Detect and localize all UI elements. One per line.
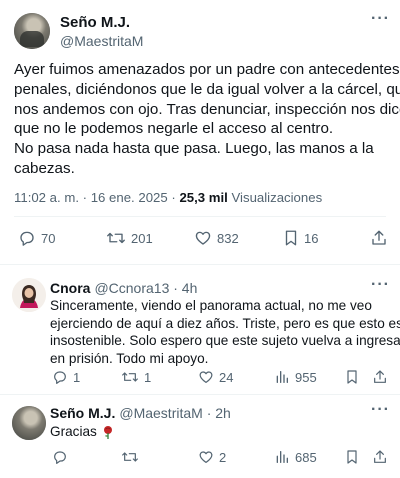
bookmark-icon	[347, 370, 357, 384]
more-options-icon[interactable]: ···	[371, 276, 390, 294]
views-count: 25,3 mil	[179, 190, 228, 205]
reply-text-line: insostenible. Solo espero que este sujet…	[50, 333, 400, 349]
reply-avatar[interactable]	[12, 406, 46, 440]
retweet-icon	[122, 372, 138, 382]
reply-text-line: en prisión. Todo mi apoyo.	[50, 350, 209, 366]
like-count: 2	[219, 449, 227, 465]
retweet-button[interactable]: 201	[106, 229, 153, 247]
tweet-text-line: penales, diciéndonos que le da igual vol…	[14, 80, 400, 98]
reply-text-line: ejerciendo de aquí a diez años. Triste, …	[50, 315, 400, 331]
reply-author[interactable]: Cnora @Ccnora13 · 4h	[50, 280, 197, 296]
reply-count: 1	[73, 369, 81, 385]
bookmark-icon	[347, 450, 357, 464]
author-handle[interactable]: @MaestritaM	[60, 33, 143, 49]
views-button[interactable]: 685	[274, 449, 317, 465]
retweet-count: 1	[144, 369, 152, 385]
bookmark-button[interactable]	[345, 449, 359, 465]
retweet-icon	[107, 232, 125, 244]
heart-icon	[195, 231, 211, 245]
tweet-text-line: Ayer fuimos amenazados por un padre con …	[14, 61, 400, 78]
bookmark-button[interactable]	[345, 369, 359, 385]
views-count: 955	[295, 369, 317, 385]
reply-button[interactable]	[52, 449, 68, 465]
heart-icon	[199, 371, 213, 383]
reply-button[interactable]: 70	[18, 229, 55, 247]
retweet-count: 201	[131, 230, 153, 246]
retweet-button[interactable]: 1	[121, 369, 151, 385]
rose-emoji-icon	[103, 425, 112, 439]
author-name[interactable]: Seño M.J.	[60, 14, 130, 31]
main-tweet: Seño M.J. @MaestritaM ··· Ayer fuimos am…	[0, 0, 400, 264]
reply-avatar[interactable]	[12, 278, 46, 312]
views-button[interactable]: 955	[274, 369, 317, 385]
reply-text: Gracias	[50, 423, 114, 441]
reply-icon	[20, 231, 34, 246]
share-icon	[374, 370, 386, 383]
reply-button[interactable]: 1	[52, 369, 80, 385]
reply-author-handle[interactable]: @MaestritaM · 2h	[119, 405, 230, 421]
tweet-text: Ayer fuimos amenazados por un padre con …	[14, 60, 400, 179]
analytics-icon	[276, 451, 288, 463]
timestamp[interactable]: 11:02 a. m. · 16 ene. 2025 ·	[14, 190, 179, 205]
reply-text-line: Gracias	[50, 424, 97, 439]
tweet-text-line: cabezas.	[14, 159, 75, 177]
like-count: 24	[219, 369, 234, 385]
reply-icon	[54, 451, 66, 464]
reply-tweet: Seño M.J. @MaestritaM · 2h ··· Gracias 2 …	[0, 394, 400, 478]
share-button[interactable]	[372, 449, 388, 465]
share-button[interactable]	[370, 229, 388, 247]
bookmark-icon	[285, 230, 297, 246]
views-count: 685	[295, 449, 317, 465]
heart-icon	[199, 451, 213, 463]
analytics-icon	[276, 371, 288, 383]
share-icon	[372, 230, 386, 245]
tweet-text-line: No pasa nada hasta que pasa. Luego, las …	[14, 140, 374, 158]
divider	[14, 216, 386, 217]
more-options-icon[interactable]: ···	[371, 401, 390, 419]
like-button[interactable]: 2	[198, 449, 226, 465]
tweet-meta: 11:02 a. m. · 16 ene. 2025 · 25,3 mil Vi…	[14, 190, 322, 205]
reply-author-name[interactable]: Cnora	[50, 280, 90, 296]
more-options-icon[interactable]: ···	[371, 10, 390, 28]
like-button[interactable]: 832	[194, 229, 239, 247]
bookmark-button[interactable]: 16	[283, 229, 318, 247]
share-icon	[374, 450, 386, 463]
bookmark-count: 16	[304, 230, 319, 246]
reply-author-handle[interactable]: @Ccnora13 · 4h	[94, 280, 197, 296]
reply-tweet: Cnora @Ccnora13 · 4h ··· Sinceramente, vi…	[0, 264, 400, 394]
reply-author[interactable]: Seño M.J. @MaestritaM · 2h	[50, 405, 231, 421]
reply-text: Sinceramente, viendo el panorama actual,…	[50, 297, 400, 367]
reply-icon	[54, 371, 66, 384]
reply-author-name[interactable]: Seño M.J.	[50, 405, 115, 421]
author-avatar[interactable]	[14, 13, 50, 49]
like-count: 832	[217, 230, 239, 246]
reply-text-line: Sinceramente, viendo el panorama actual,…	[50, 298, 372, 313]
like-button[interactable]: 24	[198, 369, 233, 385]
tweet-text-line: nos andemos con ojo. Tras denunciar, ins…	[14, 100, 400, 118]
share-button[interactable]	[372, 369, 388, 385]
retweet-icon	[122, 452, 138, 462]
retweet-button[interactable]	[121, 449, 139, 465]
views-label: Visualizaciones	[231, 190, 323, 205]
reply-count: 70	[41, 230, 56, 246]
avatar-illustration	[12, 278, 46, 312]
tweet-text-line: que no le podemos negarle el acceso al c…	[14, 120, 334, 138]
